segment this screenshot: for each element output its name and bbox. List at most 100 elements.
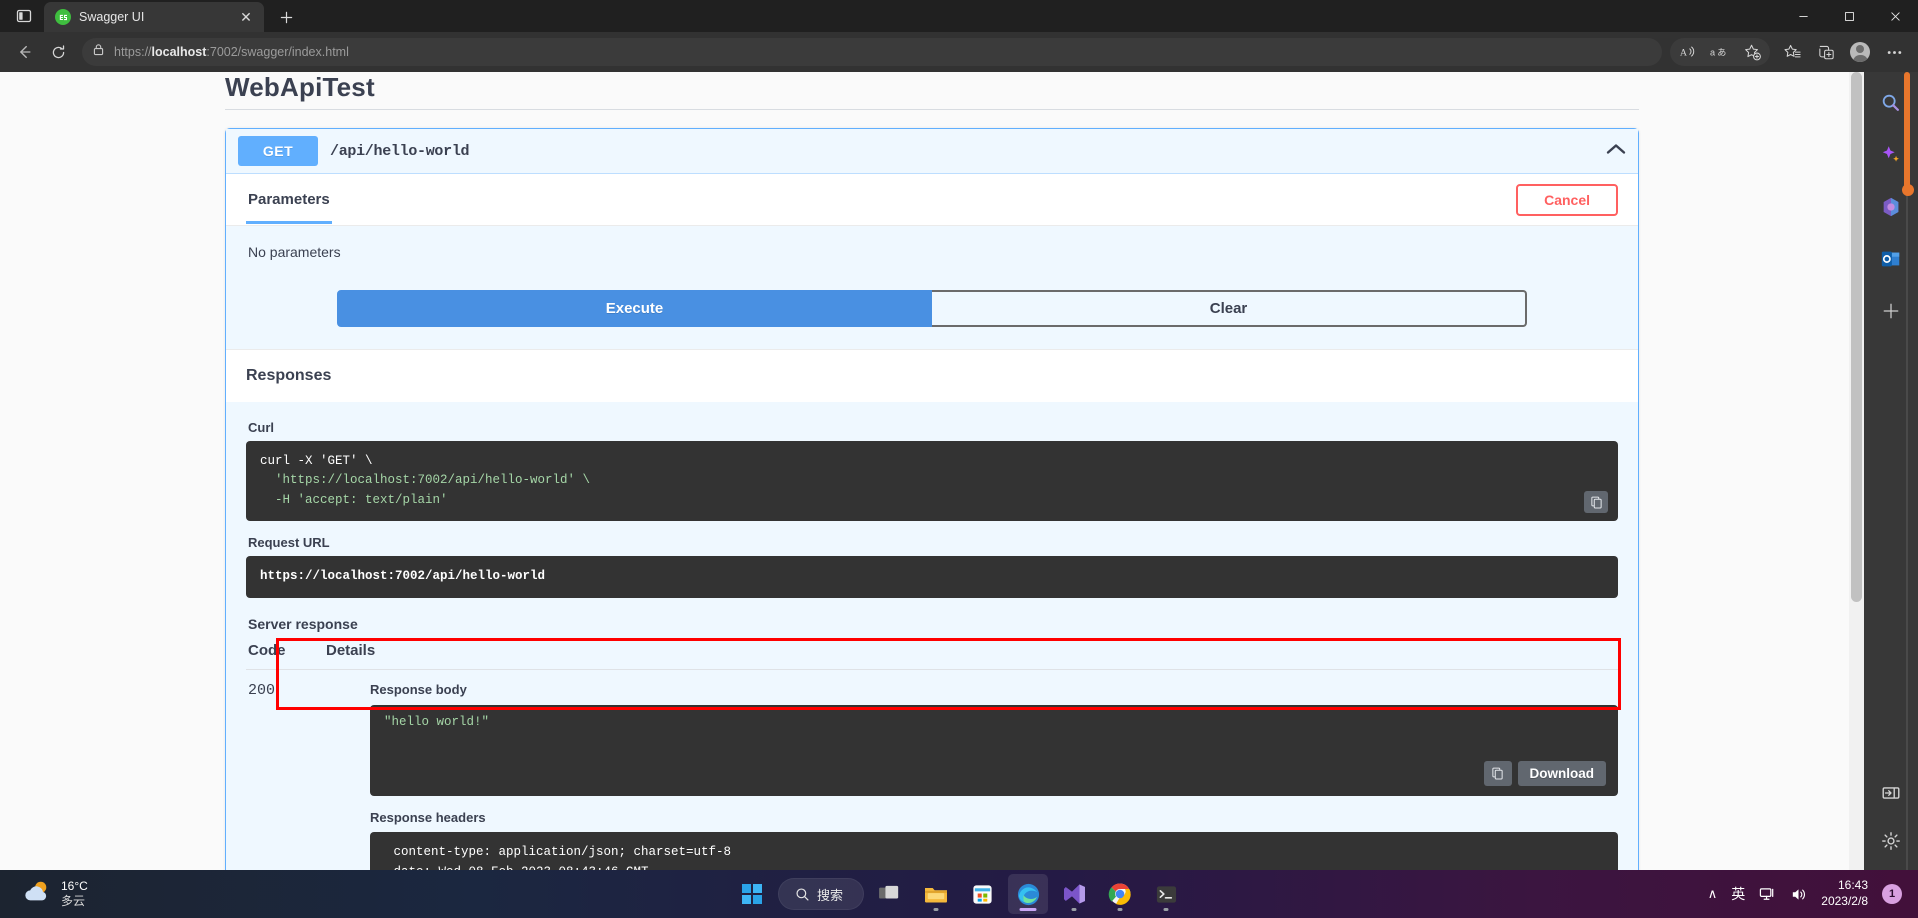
tab-actions-icon[interactable] [4, 0, 44, 32]
orange-scrollbar-knob[interactable] [1902, 184, 1914, 196]
no-parameters-text: No parameters [248, 244, 341, 260]
office-icon[interactable] [1876, 192, 1906, 222]
column-header-details: Details [326, 641, 376, 659]
page-scroll-area: WebApiTest GET /api/hello-world Paramete… [0, 72, 1864, 870]
weather-temperature: 16°C [61, 879, 88, 893]
close-icon[interactable]: ✕ [236, 7, 256, 27]
swagger-logo-icon [55, 9, 71, 25]
weather-condition: 多云 [61, 894, 86, 908]
ime-indicator[interactable]: 英 [1731, 884, 1745, 904]
parameters-tab-row: Parameters Cancel [226, 174, 1638, 226]
close-window-button[interactable] [1872, 0, 1918, 32]
sidebar-toggle-icon[interactable] [1876, 778, 1906, 808]
page-title: WebApiTest [225, 72, 375, 102]
notification-badge[interactable]: 1 [1882, 884, 1902, 904]
copilot-icon[interactable] [1876, 140, 1906, 170]
address-bar-url: https://localhost:7002/swagger/index.htm… [114, 45, 349, 59]
minimize-button[interactable] [1780, 0, 1826, 32]
browser-tab[interactable]: Swagger UI ✕ [44, 2, 264, 32]
curl-line-3: -H 'accept: text/plain' [260, 492, 448, 507]
execute-clear-row: Execute Clear [337, 290, 1527, 327]
response-headers-code-block: content-type: application/json; charset=… [370, 831, 1618, 870]
edge-sidebar [1864, 72, 1918, 870]
favorites-icon[interactable] [1776, 36, 1808, 68]
page-viewport: WebApiTest GET /api/hello-world Paramete… [0, 72, 1918, 870]
copy-to-clipboard-icon[interactable] [1584, 491, 1608, 514]
weather-widget[interactable]: 16°C 多云 [0, 879, 88, 910]
copy-to-clipboard-icon[interactable] [1483, 761, 1512, 786]
response-body-label: Response body [370, 681, 467, 697]
sidebar-bottom-actions [1864, 778, 1918, 856]
chevron-up-icon[interactable] [1606, 142, 1626, 160]
add-favorite-icon[interactable] [1736, 36, 1768, 68]
read-aloud-icon[interactable]: A [1672, 36, 1704, 68]
avatar [1850, 42, 1870, 62]
taskbar-search-label: 搜索 [816, 887, 844, 903]
tab-title: Swagger UI [79, 10, 145, 24]
svg-text:あ: あ [1717, 48, 1726, 59]
add-icon[interactable] [1876, 296, 1906, 326]
taskview-button[interactable] [870, 874, 910, 914]
terminal-button[interactable] [1146, 874, 1186, 914]
app-running-indicator [933, 908, 939, 911]
search-icon[interactable] [1876, 88, 1906, 118]
page-scrollbar[interactable] [1849, 72, 1864, 870]
taskbar-search-button[interactable]: 搜索 [777, 878, 865, 910]
page-scrollbar-thumb[interactable] [1851, 72, 1862, 602]
window-controls [1780, 0, 1918, 32]
reload-icon[interactable] [42, 36, 74, 68]
taskbar-clock[interactable]: 16:43 2023/2/8 [1821, 878, 1868, 909]
cancel-button[interactable]: Cancel [1516, 183, 1618, 216]
title-divider [225, 109, 1639, 110]
responses-section-body: Curl curl -X 'GET' \ 'https://localhost:… [226, 402, 1638, 870]
svg-text:a: a [1710, 48, 1716, 58]
app-running-indicator [1163, 908, 1169, 911]
execute-button[interactable]: Execute [337, 290, 932, 327]
settings-more-icon[interactable] [1878, 36, 1910, 68]
microsoft-store-button[interactable] [962, 874, 1002, 914]
weather-text: 16°C 多云 [61, 879, 88, 909]
download-button[interactable]: Download [1517, 761, 1606, 786]
lock-icon [92, 43, 105, 61]
profile-avatar-icon[interactable] [1844, 36, 1876, 68]
orange-scrollbar-thumb[interactable] [1904, 72, 1910, 190]
responses-section-heading: Responses [226, 349, 1638, 402]
omnibox-inline-actions: A aあ [1670, 38, 1770, 66]
network-icon[interactable] [1759, 886, 1776, 903]
partly-cloudy-icon [22, 879, 52, 910]
clock-time: 16:43 [1837, 878, 1868, 893]
curl-code-block: curl -X 'GET' \ 'https://localhost:7002/… [246, 441, 1618, 522]
response-table-header: Code Details [246, 642, 1618, 670]
visual-studio-button[interactable] [1054, 874, 1094, 914]
tab-parameters[interactable]: Parameters [246, 177, 332, 224]
clear-button[interactable]: Clear [932, 290, 1527, 327]
outlook-icon[interactable] [1876, 244, 1906, 274]
operation-block-get-hello-world: GET /api/hello-world Parameters Cancel N… [225, 128, 1639, 870]
custom-orange-scrollbar[interactable] [1902, 72, 1914, 870]
windows-taskbar: 16°C 多云 搜索 ∧ 英 16:43 2023/2/8 1 [0, 870, 1918, 918]
http-method-badge: GET [238, 136, 318, 166]
address-bar[interactable]: https://localhost:7002/swagger/index.htm… [82, 38, 1662, 66]
request-url-code-block: https://localhost:7002/api/hello-world [246, 556, 1618, 598]
maximize-button[interactable] [1826, 0, 1872, 32]
translate-icon[interactable]: aあ [1704, 36, 1736, 68]
collections-icon[interactable] [1810, 36, 1842, 68]
chrome-button[interactable] [1100, 874, 1140, 914]
new-tab-button[interactable] [270, 2, 302, 32]
chevron-up-icon[interactable]: ∧ [1708, 886, 1718, 902]
file-explorer-button[interactable] [916, 874, 956, 914]
browser-window: Swagger UI ✕ https://localhost:7002/swag… [0, 0, 1918, 870]
search-icon [796, 887, 809, 901]
taskbar-center-apps: 搜索 [732, 874, 1186, 914]
app-running-indicator [1117, 908, 1123, 911]
table-row: 200 Response body "hello world!" Downloa… [246, 670, 1618, 870]
app-active-indicator [1019, 908, 1037, 911]
toolbar-right-actions: A aあ [1670, 36, 1910, 68]
volume-icon[interactable] [1790, 886, 1807, 903]
back-arrow-icon[interactable] [8, 36, 40, 68]
start-button[interactable] [732, 874, 772, 914]
settings-gear-icon[interactable] [1876, 826, 1906, 856]
operation-summary-bar[interactable]: GET /api/hello-world [226, 129, 1638, 174]
edge-button[interactable] [1008, 874, 1049, 914]
server-response-label: Server response [248, 615, 358, 632]
